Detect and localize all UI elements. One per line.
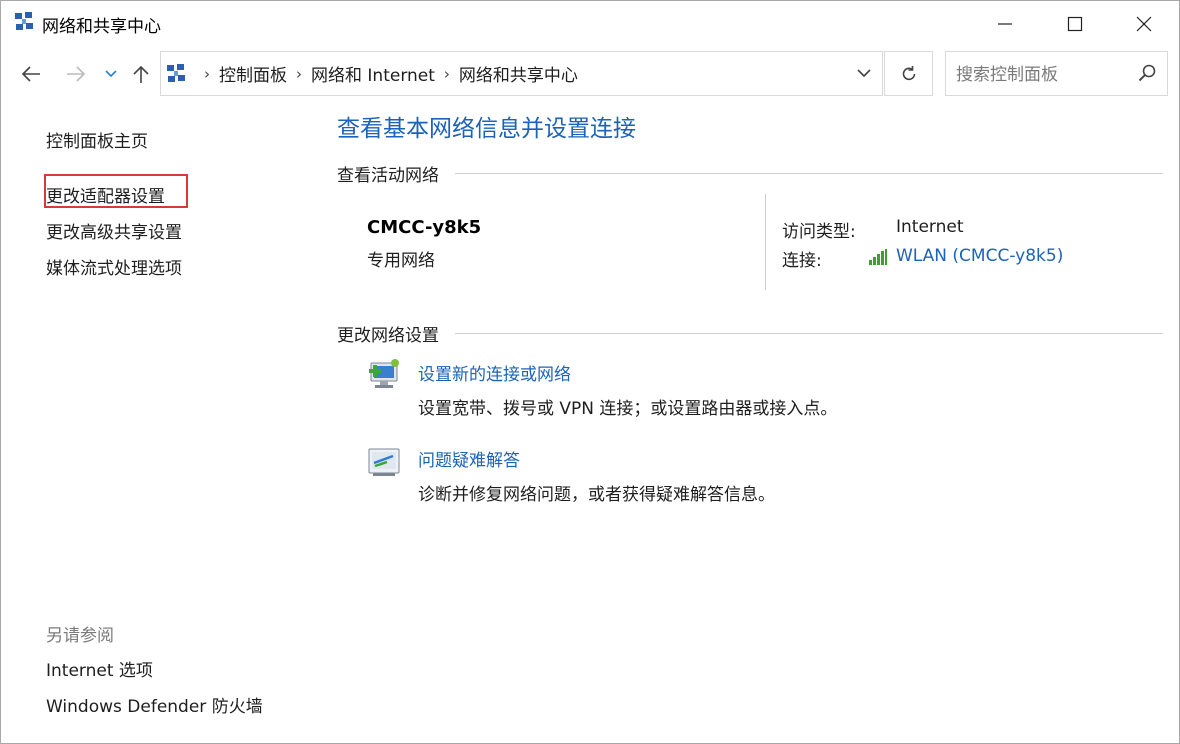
refresh-button[interactable] [884,51,933,96]
see-also-heading: 另请参阅 [46,626,114,646]
troubleshoot-description: 诊断并修复网络问题，或者获得疑难解答信息。 [418,485,775,505]
wifi-signal-icon [869,249,887,265]
network-type-link[interactable]: 专用网络 [367,246,435,271]
maximize-button[interactable] [1040,1,1110,46]
close-icon [1136,16,1152,31]
refresh-icon [902,65,915,80]
window-title: 网络和共享中心 [42,17,161,37]
breadcrumb-network-sharing-center[interactable]: 网络和共享中心 [459,61,578,86]
section-divider [455,173,1163,174]
active-networks-heading: 查看活动网络 [337,166,439,186]
page-title: 查看基本网络信息并设置连接 [337,116,636,142]
section-divider [455,333,1163,334]
address-bar[interactable]: › 控制面板 › 网络和 Internet › 网络和共享中心 [160,51,883,96]
search-icon [1138,64,1156,82]
breadcrumb-network-internet[interactable]: 网络和 Internet [311,61,435,86]
change-network-settings-heading: 更改网络设置 [337,326,439,346]
title-bar[interactable]: 网络和共享中心 [1,1,1179,46]
close-button[interactable] [1109,1,1179,46]
breadcrumb-separator-icon: › [443,64,450,83]
minimize-button[interactable] [970,1,1040,46]
windows-defender-firewall-link[interactable]: Windows Defender 防火墙 [46,692,263,717]
vertical-divider [765,194,766,290]
address-dropdown-button[interactable] [844,51,883,96]
breadcrumb-control-panel[interactable]: 控制面板 [219,61,287,86]
forward-arrow-icon [67,66,86,82]
network-name: CMCC-y8k5 [367,217,482,238]
network-sharing-center-window: 网络和共享中心 › 控制面板 › 网络和 Internet › 网络和共享中心 … [0,0,1180,744]
up-arrow-icon [133,65,149,83]
breadcrumb-separator-icon: › [296,64,302,83]
search-box[interactable] [945,51,1168,96]
up-button[interactable] [127,59,155,89]
setup-connection-description: 设置宽带、拨号或 VPN 连接；或设置路由器或接入点。 [418,399,838,419]
media-streaming-options-link[interactable]: 媒体流式处理选项 [46,254,182,279]
chevron-down-icon [105,70,117,78]
connection-label: 连接: [782,251,822,271]
recent-locations-button[interactable] [101,59,121,89]
forward-button[interactable] [61,59,91,89]
change-adapter-settings-link[interactable]: 更改适配器设置 [46,182,165,207]
breadcrumb-separator-icon: › [204,64,210,83]
internet-options-link[interactable]: Internet 选项 [46,656,153,681]
network-center-icon [15,12,33,30]
chevron-down-icon [856,69,871,78]
access-type-value: Internet [896,217,964,237]
search-input[interactable] [954,60,1128,89]
network-setup-icon [369,359,399,388]
minimize-icon [998,22,1012,25]
control-panel-home-link[interactable]: 控制面板主页 [46,127,148,152]
access-type-label: 访问类型: [782,222,856,242]
setup-connection-link[interactable]: 设置新的连接或网络 [418,360,571,385]
troubleshoot-icon [368,448,400,476]
back-button[interactable] [15,59,47,89]
control-panel-icon [167,63,185,82]
wlan-connection-link[interactable]: WLAN (CMCC-y8k5) [896,246,1063,266]
maximize-icon [1067,16,1083,31]
troubleshoot-link[interactable]: 问题疑难解答 [418,446,520,471]
change-advanced-sharing-link[interactable]: 更改高级共享设置 [46,218,182,243]
back-arrow-icon [21,66,40,82]
